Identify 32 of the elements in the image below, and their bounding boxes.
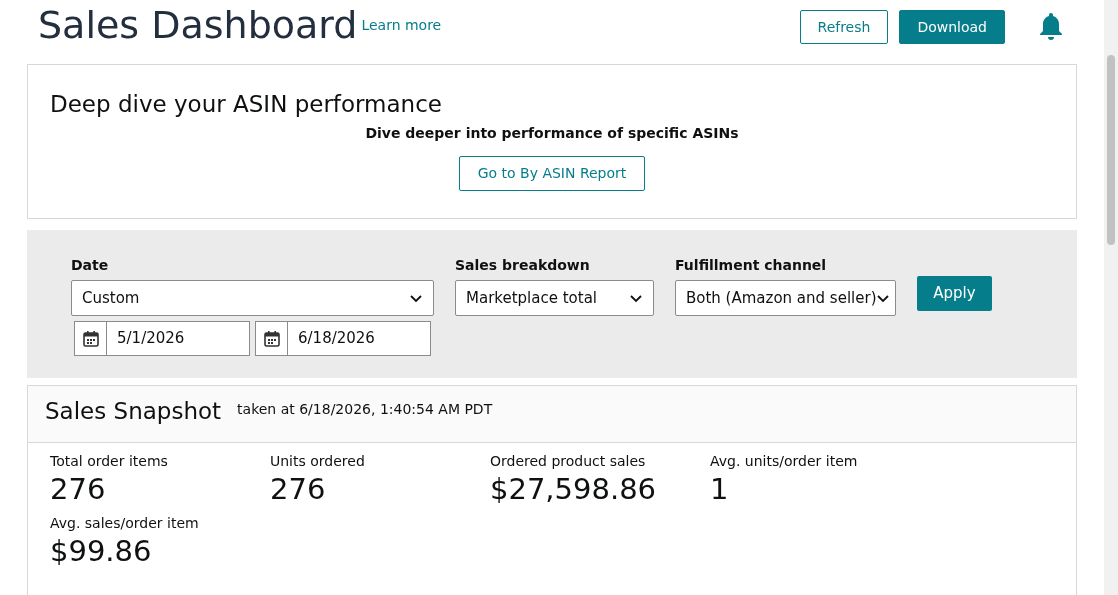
bell-icon[interactable] [1038,11,1064,41]
metric-label: Units ordered [270,452,366,470]
metric-label: Total order items [50,452,169,470]
snapshot-title: Sales Snapshot [45,397,222,426]
dropdown[interactable]: Marketplace total [455,280,654,316]
metric-value: 276 [270,471,327,508]
metric-value: $27,598.86 [490,471,658,508]
field-label: Fulfillment channel [675,256,828,275]
learn-more-link[interactable]: Learn more [361,15,442,36]
metric-label: Avg. sales/order item [50,514,200,532]
page-title: Sales Dashboard [38,2,358,49]
scrollbar[interactable] [1104,0,1118,595]
card-subtitle: Dive deeper into performance of specific ASINs [364,124,740,143]
calendar-icon [262,329,281,348]
field-label: Sales breakdown [455,256,591,275]
metric-value: $99.86 [50,533,153,570]
snapshot-timestamp: taken at 6/18/2026, 1:40:54 AM PDT [237,400,493,419]
dropdown[interactable]: Custom [71,280,434,316]
asin-report-button[interactable]: Go to By ASIN Report [459,156,645,191]
date-field[interactable]: 6/18/2026 [255,321,431,356]
download-button[interactable]: Download [899,10,1005,44]
apply-button[interactable]: Apply [917,276,992,311]
card-title: Deep dive your ASIN performance [50,90,443,119]
metric-label: Ordered product sales [490,452,647,470]
metric-label: Avg. units/order item [710,452,859,470]
metric-value: 1 [710,471,730,508]
refresh-button[interactable]: Refresh [799,10,889,44]
field-label: Date [71,256,110,275]
metric-value: 276 [50,471,107,508]
date-field[interactable]: 5/1/2026 [74,321,250,356]
dropdown[interactable]: Both (Amazon and seller) [675,280,896,316]
calendar-icon [81,329,100,348]
